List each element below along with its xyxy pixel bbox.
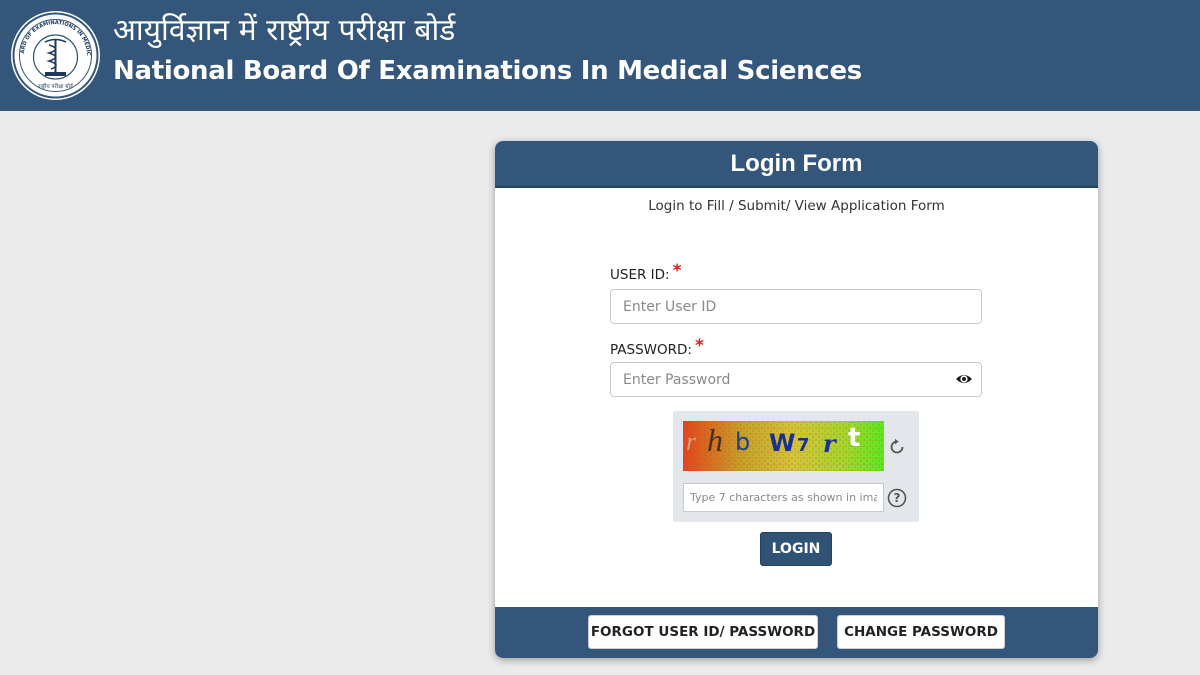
site-title-hindi: आयुर्विज्ञान में राष्ट्रीय परीक्षा बोर्ड [113, 13, 456, 48]
login-form-subtitle: Login to Fill / Submit/ View Application… [648, 198, 945, 214]
password-input[interactable] [610, 362, 982, 397]
logo-hindi-text: राष्ट्रीय परीक्षा बोर्ड [38, 83, 74, 90]
required-mark: * [672, 261, 682, 281]
captcha-input[interactable] [683, 483, 884, 512]
change-password-button[interactable]: CHANGE PASSWORD [837, 615, 1005, 649]
password-label-text: PASSWORD: [610, 342, 692, 358]
nbems-emblem-icon: NATIONAL BOARD OF EXAMINATIONS IN MEDICA… [11, 11, 100, 100]
user-id-label: USER ID: * [610, 261, 682, 284]
login-form-footer: FORGOT USER ID/ PASSWORD CHANGE PASSWORD [495, 607, 1098, 658]
login-form-header: Login Form [495, 141, 1098, 188]
captcha-panel: r h b W 7 r t ? [673, 411, 919, 522]
captcha-char: r [686, 427, 697, 456]
captcha-char: r [823, 429, 836, 458]
captcha-char: 7 [797, 435, 810, 456]
captcha-char: b [735, 428, 751, 456]
eye-icon[interactable] [955, 370, 973, 388]
captcha-char: t [848, 423, 861, 453]
svg-text:?: ? [894, 491, 901, 505]
captcha-char: h [707, 422, 723, 458]
user-id-input[interactable] [610, 289, 982, 324]
captcha-char: W [769, 429, 796, 457]
refresh-icon[interactable] [887, 437, 907, 457]
user-id-label-text: USER ID: [610, 267, 670, 283]
login-form-card: Login Form Login to Fill / Submit/ View … [495, 141, 1098, 658]
login-form-title: Login Form [730, 150, 863, 177]
site-title-english: National Board Of Examinations In Medica… [113, 56, 862, 86]
forgot-credentials-button[interactable]: FORGOT USER ID/ PASSWORD [588, 615, 818, 649]
captcha-image: r h b W 7 r t [683, 421, 884, 471]
required-mark: * [694, 336, 704, 356]
login-button[interactable]: LOGIN [760, 532, 832, 566]
password-label: PASSWORD: * [610, 336, 704, 359]
site-header: NATIONAL BOARD OF EXAMINATIONS IN MEDICA… [0, 0, 1200, 111]
question-circle-icon[interactable]: ? [887, 488, 907, 508]
